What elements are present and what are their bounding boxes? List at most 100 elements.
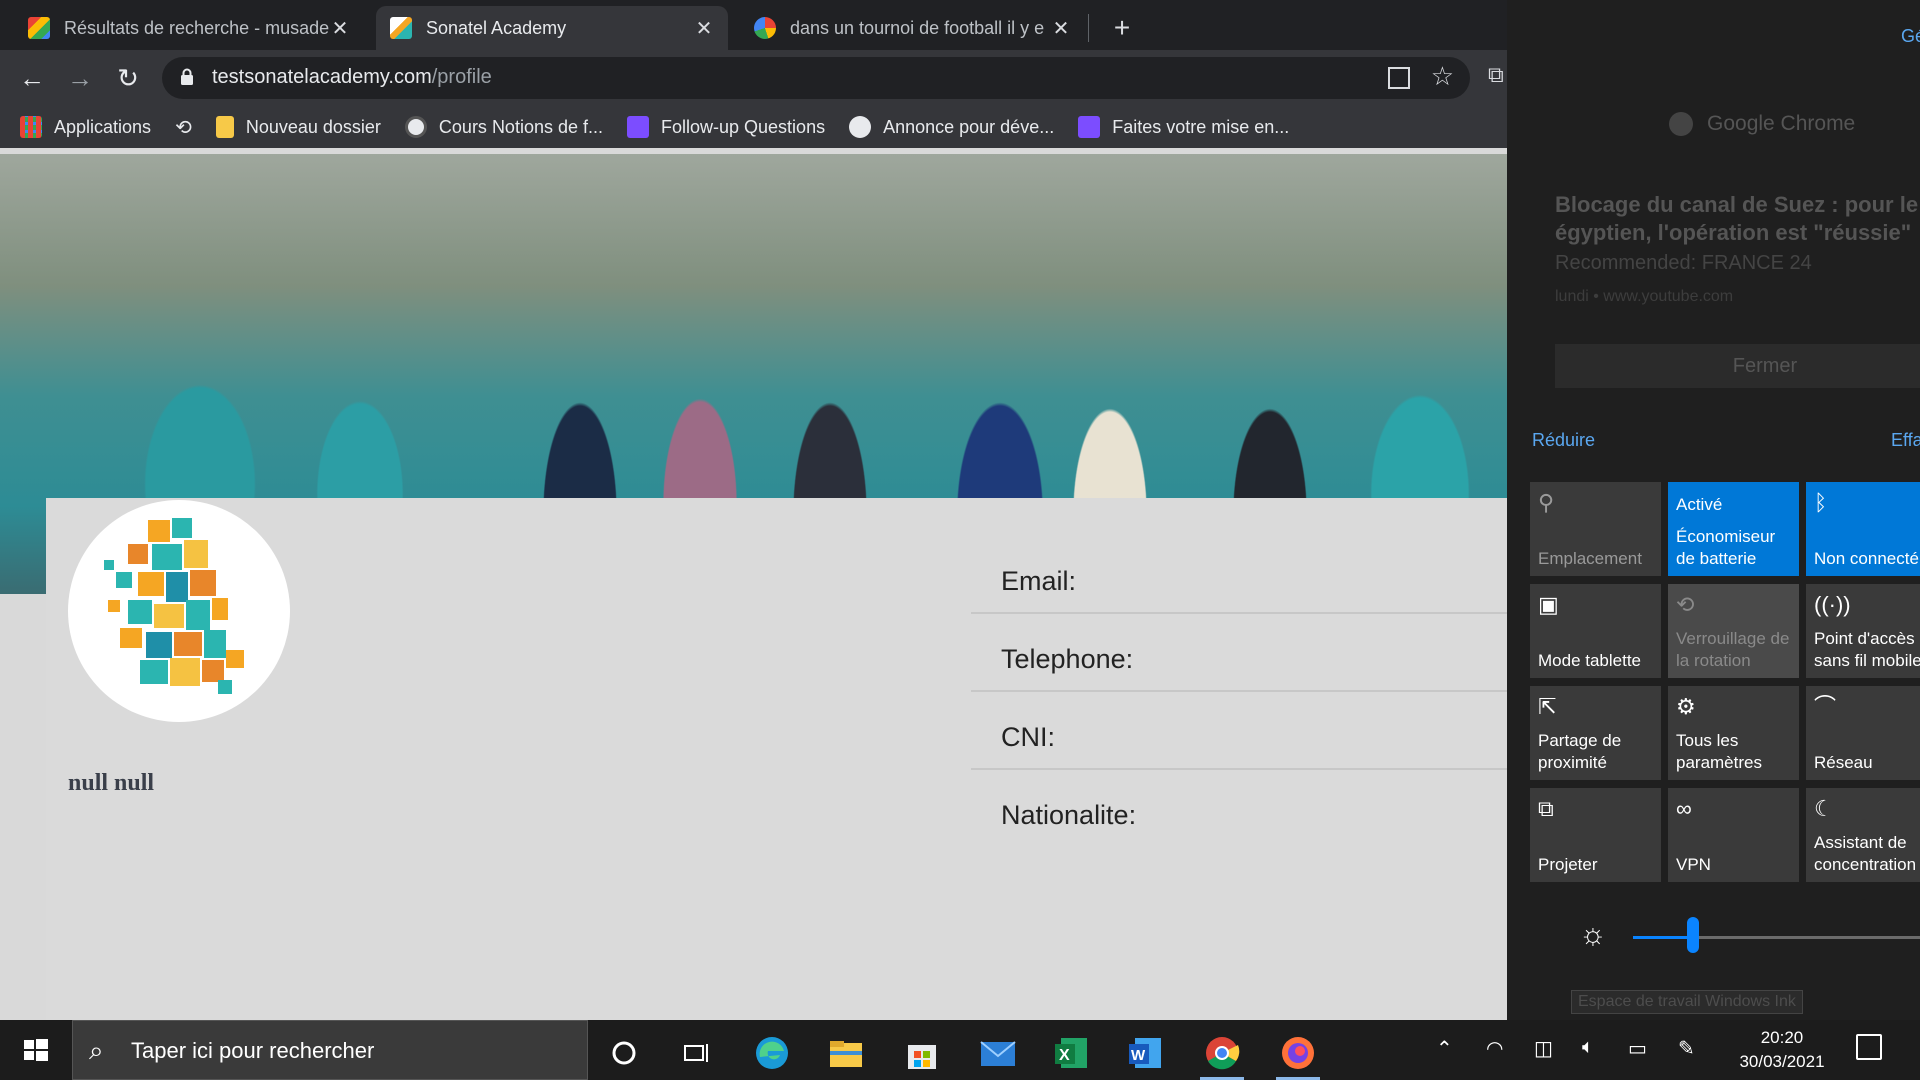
location-icon: ⚲ bbox=[1538, 490, 1555, 515]
close-tab-icon[interactable]: ✕ bbox=[694, 16, 714, 41]
tile-focus-assist[interactable]: ☾ Assistant de concentration bbox=[1806, 788, 1920, 882]
tile-all-settings[interactable]: ⚙ Tous les paramètres bbox=[1668, 686, 1799, 780]
cortana-icon[interactable] bbox=[594, 1026, 654, 1080]
task-view-icon[interactable] bbox=[666, 1026, 726, 1080]
tab-strip: Résultats de recherche - musade ✕ Sonate… bbox=[0, 0, 1507, 50]
new-tab-button[interactable]: + bbox=[1104, 10, 1140, 46]
notification-close-button[interactable]: Fermer bbox=[1555, 344, 1920, 388]
store-icon[interactable] bbox=[892, 1026, 952, 1080]
forward-icon[interactable]: → bbox=[62, 60, 98, 96]
email-label: Email: bbox=[1001, 566, 1077, 596]
tile-vpn[interactable]: ∞ VPN bbox=[1668, 788, 1799, 882]
history-icon: ⟲ bbox=[175, 116, 192, 139]
vpn-icon: ∞ bbox=[1676, 796, 1692, 821]
tile-status: Activé bbox=[1676, 495, 1723, 514]
tab-separator bbox=[1088, 14, 1089, 42]
brightness-icon: ☼ bbox=[1579, 918, 1607, 951]
lock-icon[interactable] bbox=[180, 68, 194, 86]
taskbar-search-box[interactable]: ⌕ Taper ici pour rechercher bbox=[72, 1020, 588, 1080]
word-icon[interactable]: W bbox=[1116, 1026, 1176, 1080]
close-tab-icon[interactable]: ✕ bbox=[330, 16, 350, 41]
bookmark-history[interactable]: ⟲ bbox=[175, 115, 192, 140]
brightness-slider[interactable] bbox=[1633, 936, 1920, 939]
edge-icon[interactable] bbox=[742, 1026, 802, 1080]
notification-source: lundi • www.youtube.com bbox=[1555, 288, 1734, 305]
notification-center-icon[interactable] bbox=[1856, 1034, 1882, 1060]
folder-shape bbox=[830, 1041, 862, 1067]
bookmark-follow-up[interactable]: Follow-up Questions bbox=[627, 116, 825, 138]
bookmark-star-icon[interactable]: ☆ bbox=[1431, 61, 1454, 92]
tile-bluetooth[interactable]: ᛒ Non connecté bbox=[1806, 482, 1920, 576]
mail-icon[interactable] bbox=[968, 1026, 1028, 1080]
clock-time: 20:20 bbox=[1760, 1028, 1804, 1047]
tile-nearby-share[interactable]: ⇱ Partage de proximité bbox=[1530, 686, 1661, 780]
wifi-icon[interactable]: ◠ bbox=[1486, 1036, 1503, 1061]
excel-icon[interactable]: X bbox=[1042, 1026, 1102, 1080]
browser-toolbar: ← → ↻ testsonatelacademy.com/profile ☆ bbox=[0, 50, 1507, 106]
tab-gmail[interactable]: Résultats de recherche - musade ✕ bbox=[14, 6, 364, 50]
collapse-link[interactable]: Réduire bbox=[1532, 430, 1595, 451]
bookmark-applications[interactable]: Applications bbox=[20, 116, 151, 138]
address-bar[interactable]: testsonatelacademy.com/profile ☆ bbox=[162, 57, 1470, 99]
tile-location[interactable]: ⚲ Emplacement bbox=[1530, 482, 1661, 576]
profile-page: null null Email: Telephone: CNI: Nationa… bbox=[0, 148, 1507, 1020]
notification-recommended: Recommended: FRANCE 24 bbox=[1555, 252, 1812, 274]
gmail-icon bbox=[28, 17, 50, 39]
email-row: Email: bbox=[971, 536, 1507, 614]
clock-date: 30/03/2021 bbox=[1739, 1052, 1825, 1071]
bookmark-label: Applications bbox=[54, 116, 152, 137]
tile-project[interactable]: ⧉ Projeter bbox=[1530, 788, 1661, 882]
tab-google-search[interactable]: dans un tournoi de football il y e ✕ bbox=[740, 6, 1085, 50]
follow-up-icon bbox=[1078, 116, 1101, 138]
firefox-icon[interactable] bbox=[1268, 1026, 1328, 1080]
volume-icon[interactable]: 🔈︎ bbox=[1582, 1036, 1594, 1059]
url-path: /profile bbox=[431, 66, 492, 88]
start-button[interactable] bbox=[0, 1020, 72, 1080]
tile-network[interactable]: ⌒ Réseau bbox=[1806, 686, 1920, 780]
firefox-logo bbox=[1282, 1037, 1314, 1069]
tile-label: Point d'accès sans fil mobile bbox=[1814, 629, 1920, 670]
clear-all-link[interactable]: Effa bbox=[1891, 430, 1920, 451]
chrome-icon bbox=[1669, 112, 1693, 136]
search-placeholder: Taper ici pour rechercher bbox=[131, 1038, 375, 1063]
bookmark-label: Cours Notions de f... bbox=[438, 116, 603, 137]
profile-name: null null bbox=[68, 770, 155, 796]
word-logo: W bbox=[1129, 1038, 1161, 1068]
avatar bbox=[68, 500, 290, 722]
bookmark-annonce[interactable]: Annonce pour déve... bbox=[849, 116, 1054, 138]
tile-hotspot[interactable]: ((·)) Point d'accès sans fil mobile bbox=[1806, 584, 1920, 678]
tile-label: Emplacement bbox=[1538, 549, 1642, 568]
tile-label: Économiseur de batterie bbox=[1676, 527, 1776, 568]
manage-notifications-link[interactable]: Gé bbox=[1901, 26, 1920, 47]
notification-title-line2[interactable]: égyptien, l'opération est "réussie" bbox=[1555, 220, 1911, 246]
show-hidden-icons-icon[interactable]: ⌃ bbox=[1436, 1036, 1453, 1061]
file-explorer-icon[interactable] bbox=[816, 1026, 876, 1080]
notification-title[interactable]: Blocage du canal de Suez : pour le p bbox=[1555, 190, 1920, 220]
back-icon[interactable]: ← bbox=[14, 60, 50, 96]
bookmark-faites-votre-mise[interactable]: Faites votre mise en... bbox=[1078, 116, 1289, 138]
tile-tablet-mode[interactable]: ▣ Mode tablette bbox=[1530, 584, 1661, 678]
edge-logo bbox=[756, 1037, 788, 1069]
bookmark-cours-notions[interactable]: Cours Notions de f... bbox=[404, 116, 603, 138]
brightness-slider-thumb[interactable] bbox=[1687, 917, 1699, 953]
qr-code-icon[interactable] bbox=[1388, 67, 1410, 89]
close-tab-icon[interactable]: ✕ bbox=[1051, 16, 1071, 41]
tile-battery-saver[interactable]: Activé Économiseur de batterie bbox=[1668, 482, 1799, 576]
url-text[interactable]: testsonatelacademy.com/profile bbox=[212, 66, 492, 89]
taskbar: ⌕ Taper ici pour rechercher X W ⌃ ◠ ◫ 🔈︎… bbox=[0, 1020, 1920, 1080]
chrome-icon[interactable] bbox=[1192, 1026, 1252, 1080]
bookmark-label: Follow-up Questions bbox=[661, 116, 826, 137]
reload-icon[interactable]: ↻ bbox=[110, 60, 146, 96]
clock[interactable]: 20:20 30/03/2021 bbox=[1728, 1026, 1836, 1074]
extension-icon[interactable]: ⧉ bbox=[1488, 62, 1504, 88]
bookmark-nouveau-dossier[interactable]: Nouveau dossier bbox=[215, 116, 381, 138]
tile-rotation-lock[interactable]: ⟲ Verrouillage de la rotation bbox=[1668, 584, 1799, 678]
meet-now-icon[interactable]: ◫ bbox=[1534, 1036, 1553, 1061]
windows-ink-tooltip: Espace de travail Windows Ink bbox=[1571, 990, 1803, 1014]
battery-icon[interactable]: ▭ bbox=[1628, 1036, 1647, 1061]
google-icon bbox=[754, 17, 776, 39]
windows-ink-icon[interactable]: ✎ bbox=[1678, 1036, 1695, 1061]
network-icon: ⌒ bbox=[1814, 694, 1837, 719]
tab-sonatel-academy[interactable]: Sonatel Academy ✕ bbox=[376, 6, 728, 50]
telephone-row: Telephone: bbox=[971, 614, 1507, 692]
